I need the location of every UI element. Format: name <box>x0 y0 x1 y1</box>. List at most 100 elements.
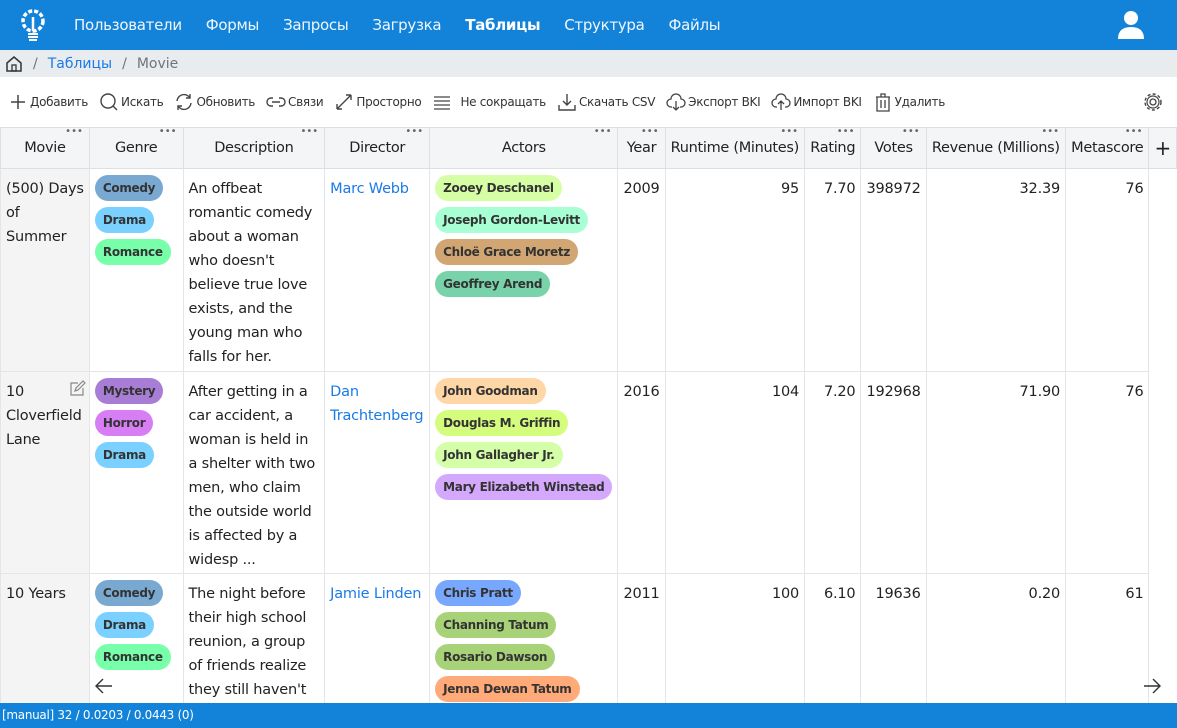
import-button[interactable]: Импорт BKI <box>771 92 862 112</box>
cloud-upload-icon <box>771 93 791 110</box>
column-header-label: Actors <box>501 140 546 156</box>
column-menu-icon[interactable]: ••• <box>159 126 177 137</box>
delete-label: Удалить <box>894 95 946 109</box>
director-cell-text[interactable]: Jamie Linden <box>330 586 421 602</box>
actors-tag[interactable]: Douglas M. Griffin <box>435 410 569 436</box>
empty-cell <box>1149 169 1177 372</box>
breadcrumb-separator: / <box>33 55 38 72</box>
column-header-description[interactable]: Description ••• <box>182 126 326 169</box>
links-button[interactable]: Связи <box>266 92 324 112</box>
edit-icon[interactable] <box>68 380 86 398</box>
home-icon[interactable] <box>5 55 23 73</box>
director-cell-text[interactable]: Marc Webb <box>330 181 409 197</box>
actors-tag[interactable]: Chris Pratt <box>435 580 521 606</box>
actors-tag[interactable]: Joseph Gordon-Levitt <box>435 207 588 233</box>
year-cell: 2009 <box>617 168 666 372</box>
genre-tag[interactable]: Drama <box>94 442 154 468</box>
actors-tag[interactable]: Zooey Deschanel <box>435 175 562 201</box>
column-menu-icon[interactable]: ••• <box>300 126 318 137</box>
nav-upload[interactable]: Загрузка <box>372 16 441 34</box>
scroll-left-arrow-icon[interactable] <box>94 676 114 696</box>
director-cell-text[interactable]: Dan Trachtenberg <box>330 384 423 424</box>
breadcrumb: / Таблицы / Movie <box>0 50 1177 77</box>
actors-cell: Zooey Deschanel Joseph Gordon-Levitt Chloë… <box>429 168 619 372</box>
actors-tag[interactable]: John Gallagher Jr. <box>435 442 563 468</box>
genre-tag[interactable]: Drama <box>94 207 154 233</box>
column-menu-icon[interactable]: ••• <box>405 126 423 137</box>
actors-tag[interactable]: Geoffrey Arend <box>435 271 551 297</box>
actors-tag[interactable]: Chloë Grace Moretz <box>435 239 579 265</box>
director-cell[interactable]: Jamie Linden <box>324 573 431 709</box>
nav-structure[interactable]: Структура <box>564 16 645 34</box>
actors-tag[interactable]: Channing Tatum <box>435 612 557 638</box>
movie-cell: (500) Days of Summer <box>0 168 90 372</box>
search-button[interactable]: Искать <box>99 92 164 112</box>
genre-tag[interactable]: Drama <box>94 612 154 638</box>
actors-tag[interactable]: Rosario Dawson <box>435 644 556 670</box>
metascore-cell-text: 76 <box>1125 384 1144 400</box>
column-menu-icon[interactable]: ••• <box>902 126 920 137</box>
user-icon[interactable] <box>1117 10 1145 40</box>
settings-gear-icon[interactable] <box>1141 90 1165 114</box>
movie-cell: 10 Cloverfield Lane <box>0 371 90 574</box>
metascore-cell-text: 76 <box>1125 181 1144 197</box>
nav-forms[interactable]: Формы <box>206 16 260 34</box>
column-header-label: Director <box>349 140 406 156</box>
column-menu-icon[interactable]: ••• <box>1041 126 1059 137</box>
text-lines-icon <box>434 96 451 110</box>
genre-tag[interactable]: Romance <box>94 239 171 265</box>
genre-tag[interactable]: Comedy <box>94 580 164 606</box>
nav-users[interactable]: Пользователи <box>74 16 182 34</box>
delete-button[interactable]: Удалить <box>873 92 945 112</box>
breadcrumb-tables[interactable]: Таблицы <box>48 56 112 72</box>
description-cell: The night before their high school reuni… <box>182 573 326 709</box>
director-cell[interactable]: Marc Webb <box>324 168 431 372</box>
actors-tag[interactable]: John Goodman <box>435 378 546 404</box>
nav-files[interactable]: Файлы <box>669 16 721 34</box>
column-header-metascore[interactable]: Metascore ••• <box>1065 126 1150 169</box>
genre-tag[interactable]: Comedy <box>94 175 164 201</box>
nowrap-button[interactable]: Не сокращать <box>432 92 546 112</box>
column-header-runtime-minutes[interactable]: Runtime (Minutes) ••• <box>664 126 806 169</box>
year-cell-text: 2016 <box>623 384 660 400</box>
votes-cell: 19636 <box>860 573 927 709</box>
logo-lightbulb-icon[interactable] <box>18 7 48 43</box>
column-header-year[interactable]: Year ••• <box>617 126 666 169</box>
nav-queries[interactable]: Запросы <box>283 16 349 34</box>
column-header-actors[interactable]: Actors ••• <box>429 126 619 169</box>
genre-tag[interactable]: Romance <box>94 644 171 670</box>
actors-tag[interactable]: Mary Elizabeth Winstead <box>435 474 613 500</box>
column-menu-icon[interactable]: ••• <box>65 126 83 137</box>
scroll-right-arrow-icon[interactable] <box>1142 676 1162 696</box>
download-csv-button[interactable]: Скачать CSV <box>557 92 655 112</box>
genre-tag[interactable]: Horror <box>94 410 154 436</box>
column-menu-icon[interactable]: ••• <box>837 126 855 137</box>
column-header-director[interactable]: Director ••• <box>324 126 431 169</box>
column-header-label: Revenue (Millions) <box>931 140 1060 156</box>
rating-cell-text: 7.20 <box>823 384 856 400</box>
refresh-button[interactable]: Обновить <box>174 92 255 112</box>
director-cell[interactable]: Dan Trachtenberg <box>324 371 431 574</box>
search-label: Искать <box>121 95 164 109</box>
column-menu-icon[interactable]: ••• <box>780 126 798 137</box>
nav-tables[interactable]: Таблицы <box>465 16 540 34</box>
genre-tag[interactable]: Mystery <box>94 378 164 404</box>
column-header-revenue-millions[interactable]: Revenue (Millions) ••• <box>925 126 1067 169</box>
spacious-button[interactable]: Просторно <box>334 92 422 112</box>
votes-cell-text: 19636 <box>875 586 921 602</box>
column-header-genre[interactable]: Genre ••• <box>88 126 184 169</box>
column-header-movie[interactable]: Movie ••• <box>0 126 90 169</box>
metascore-cell-text: 61 <box>1125 586 1144 602</box>
add-button[interactable]: Добавить <box>8 92 88 112</box>
metascore-cell: 76 <box>1065 168 1150 372</box>
column-header-rating[interactable]: Rating ••• <box>804 126 862 169</box>
column-menu-icon[interactable]: ••• <box>1125 126 1143 137</box>
add-column-button[interactable]: + <box>1148 127 1177 169</box>
export-button[interactable]: Экспорт BKI <box>666 92 761 112</box>
column-menu-icon[interactable]: ••• <box>641 126 659 137</box>
actors-tag[interactable]: Jenna Dewan Tatum <box>435 676 580 702</box>
column-header-votes[interactable]: Votes ••• <box>860 126 927 169</box>
column-menu-icon[interactable]: ••• <box>594 126 612 137</box>
movie-cell-text: (500) Days of Summer <box>6 181 84 245</box>
revenue-cell: 0.20 <box>925 573 1067 709</box>
